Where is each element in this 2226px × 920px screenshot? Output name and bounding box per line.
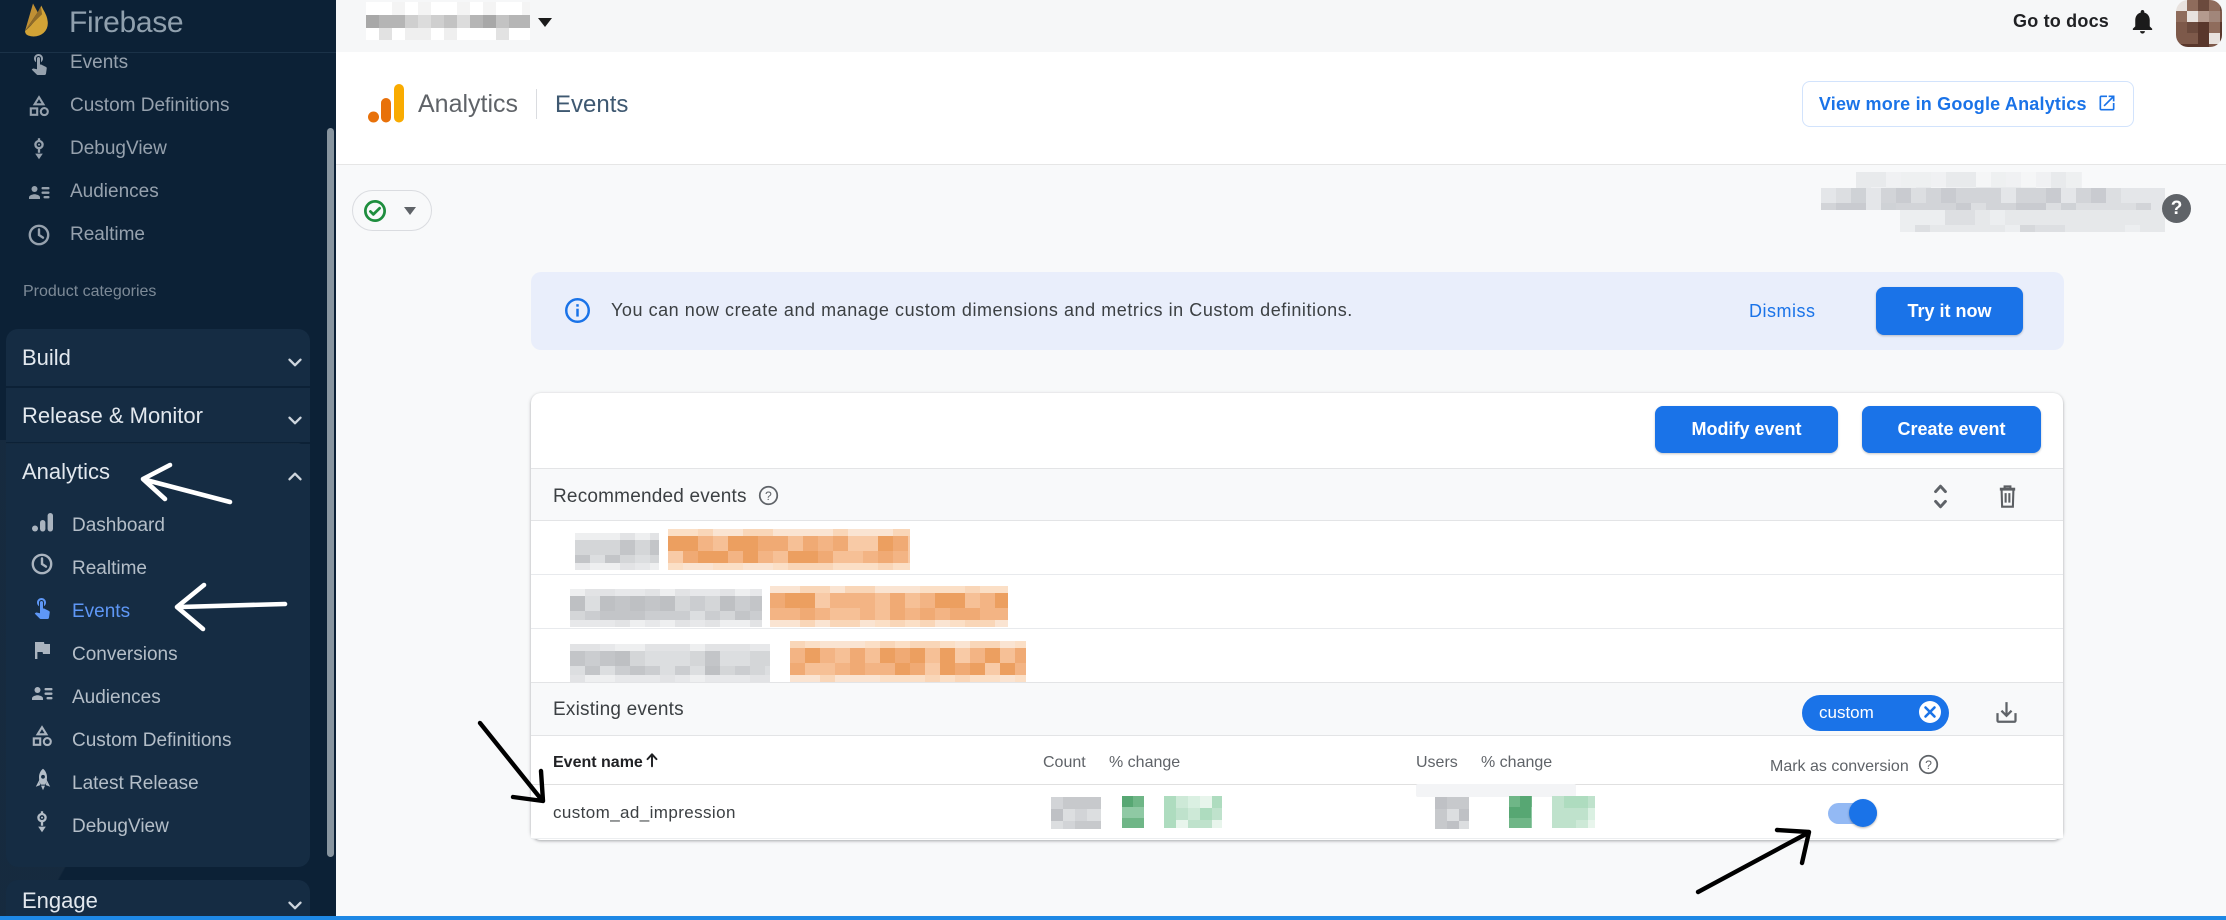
svg-text:?: ? — [765, 489, 772, 503]
svg-text:?: ? — [1925, 758, 1932, 772]
